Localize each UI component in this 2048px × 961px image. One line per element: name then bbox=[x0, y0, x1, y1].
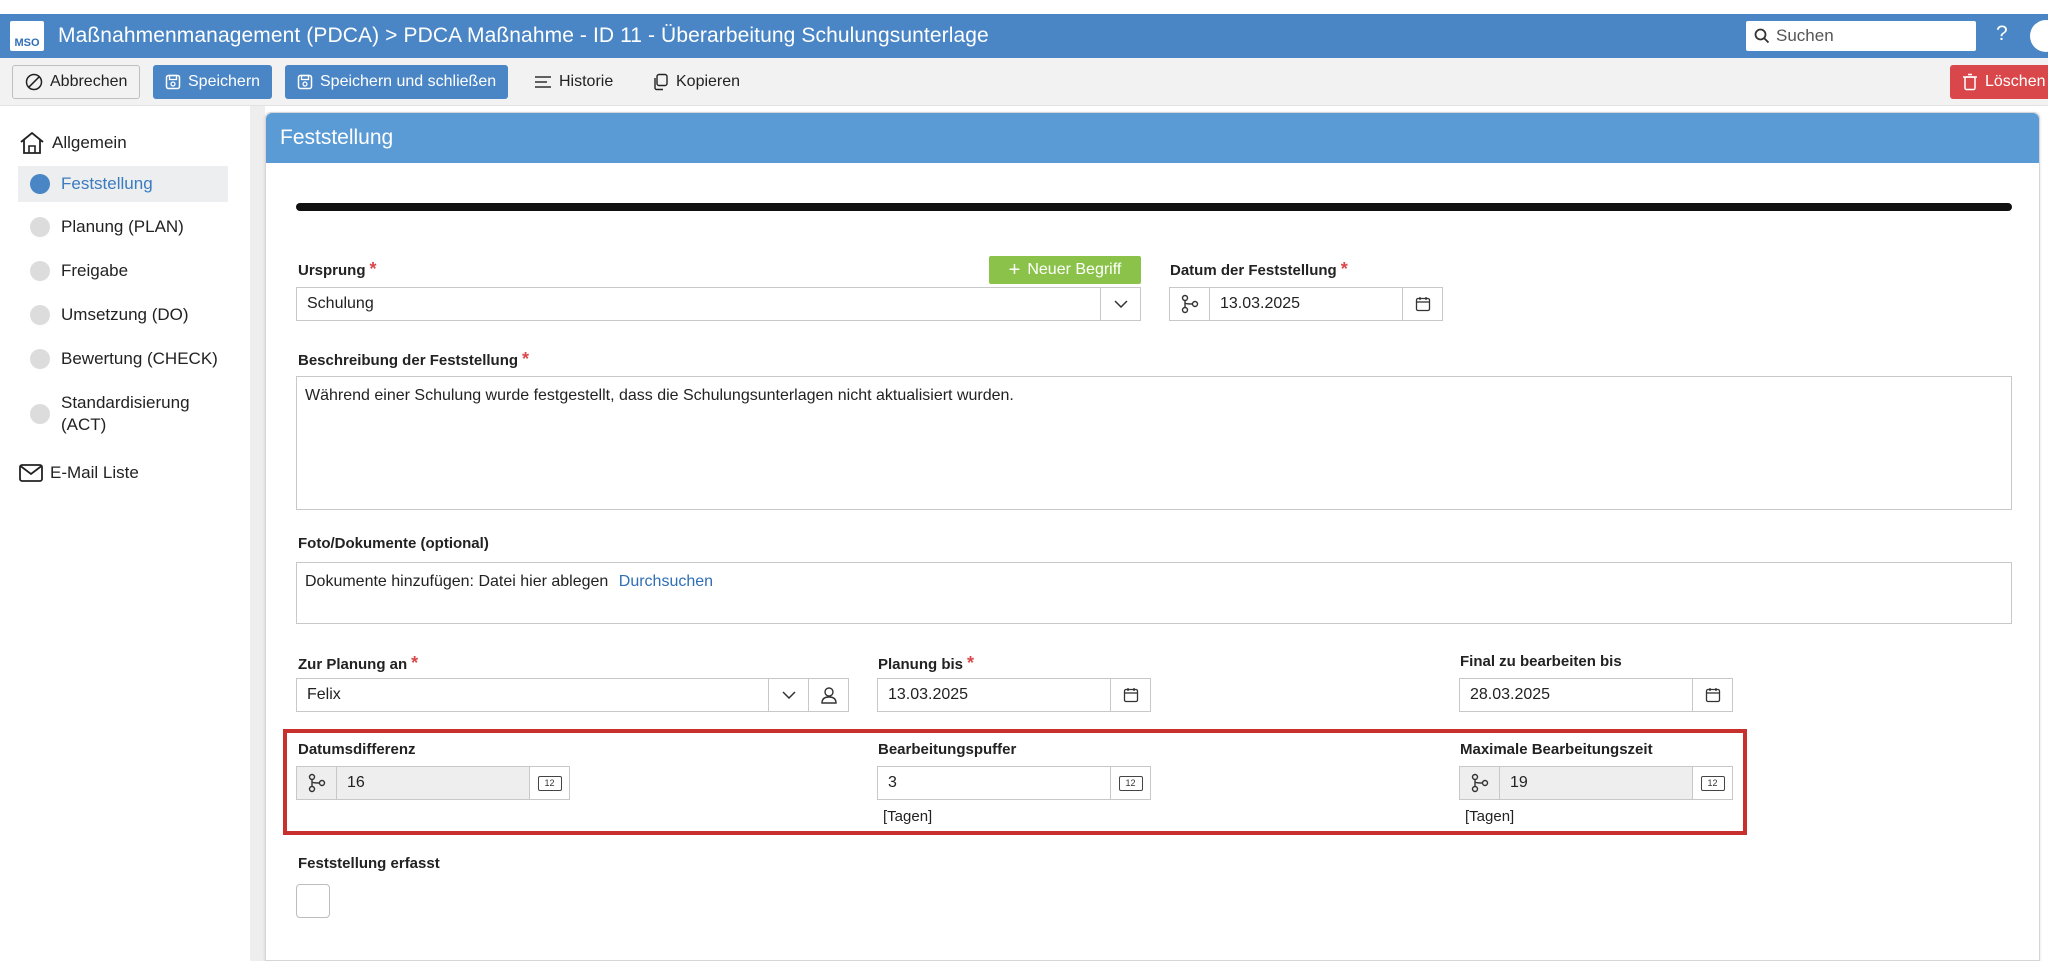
page-title: Maßnahmenmanagement (PDCA) > PDCA Maßnah… bbox=[58, 24, 989, 47]
sidebar: Allgemein Feststellung Planung (PLAN) Fr… bbox=[0, 106, 250, 961]
plus-icon: + bbox=[1008, 259, 1021, 281]
home-icon bbox=[20, 131, 44, 154]
erfasst-label: Feststellung erfasst bbox=[298, 855, 440, 872]
copy-icon bbox=[654, 73, 668, 91]
ursprung-select[interactable]: Schulung bbox=[296, 287, 1141, 321]
file-dropzone[interactable]: Dokumente hinzufügen: Datei hier ablegen… bbox=[296, 562, 2012, 624]
required-mark: * bbox=[369, 259, 377, 279]
sidebar-item-feststellung[interactable]: Feststellung bbox=[18, 166, 228, 202]
cancel-icon bbox=[25, 73, 43, 91]
sidebar-item-umsetzung[interactable]: Umsetzung (DO) bbox=[18, 298, 228, 332]
foto-label: Foto/Dokumente (optional) bbox=[298, 535, 489, 552]
planung-bis-field[interactable]: 13.03.2025 bbox=[877, 678, 1151, 712]
search-placeholder: Suchen bbox=[1776, 26, 1834, 45]
sidebar-item-standardisierung[interactable]: Standardisierung (ACT) bbox=[18, 386, 198, 442]
highlight-box bbox=[283, 729, 1747, 835]
title-bar: MSO Maßnahmenmanagement (PDCA) > PDCA Ma… bbox=[0, 14, 2048, 58]
beschreibung-textarea[interactable]: Während einer Schulung wurde festgestell… bbox=[296, 376, 2012, 510]
erfasst-checkbox[interactable] bbox=[296, 884, 330, 918]
browse-link[interactable]: Durchsuchen bbox=[619, 573, 713, 590]
datum-label: Datum der Feststellung * bbox=[1170, 259, 1348, 279]
save-icon bbox=[165, 74, 181, 90]
toolbar: Abbrechen Speichern Speichern und schlie… bbox=[0, 58, 2048, 106]
chevron-down-icon[interactable] bbox=[768, 679, 808, 711]
status-dot bbox=[30, 174, 50, 194]
history-button[interactable]: Historie bbox=[522, 65, 625, 99]
search-icon bbox=[1754, 28, 1770, 44]
copy-button[interactable]: Kopieren bbox=[640, 65, 752, 99]
dropzone-text: Dokumente hinzufügen: Datei hier ablegen bbox=[305, 573, 609, 590]
sidebar-item-bewertung[interactable]: Bewertung (CHECK) bbox=[18, 342, 228, 376]
beschreibung-label: Beschreibung der Feststellung * bbox=[298, 349, 530, 369]
ursprung-label: Ursprung * bbox=[298, 259, 377, 279]
status-dot bbox=[30, 404, 50, 424]
panel-title: Feststellung bbox=[266, 113, 2039, 163]
zur-planung-label: Zur Planung an * bbox=[298, 653, 419, 673]
sidebar-item-allgemein[interactable]: Allgemein bbox=[18, 126, 228, 160]
sidebar-item-planung[interactable]: Planung (PLAN) bbox=[18, 210, 228, 244]
status-dot bbox=[30, 217, 50, 237]
formula-icon bbox=[1170, 288, 1210, 320]
zur-planung-select[interactable]: Felix bbox=[296, 678, 849, 712]
search-input[interactable]: Suchen bbox=[1746, 21, 1976, 51]
list-icon bbox=[535, 76, 551, 88]
save-icon bbox=[297, 74, 313, 90]
user-icon[interactable] bbox=[808, 679, 848, 711]
cancel-button[interactable]: Abbrechen bbox=[12, 65, 141, 99]
chevron-down-icon[interactable] bbox=[1100, 288, 1140, 320]
sidebar-gutter bbox=[250, 106, 265, 961]
help-button[interactable]: ? bbox=[1996, 22, 2008, 46]
calendar-icon[interactable] bbox=[1692, 679, 1732, 711]
calendar-icon[interactable] bbox=[1110, 679, 1150, 711]
final-bis-label: Final zu bearbeiten bis bbox=[1460, 653, 1622, 670]
sidebar-item-freigabe[interactable]: Freigabe bbox=[18, 254, 228, 288]
progress-bar bbox=[296, 203, 2012, 211]
status-dot bbox=[30, 305, 50, 325]
delete-button[interactable]: Löschen bbox=[1950, 65, 2048, 99]
sidebar-item-email-liste[interactable]: E-Mail Liste bbox=[18, 456, 228, 490]
status-dot bbox=[30, 261, 50, 281]
new-term-button[interactable]: + Neuer Begriff bbox=[989, 256, 1141, 284]
datum-field[interactable]: 13.03.2025 bbox=[1169, 287, 1443, 321]
status-dot bbox=[30, 349, 50, 369]
planung-bis-label: Planung bis * bbox=[878, 653, 975, 673]
trash-icon bbox=[1963, 73, 1977, 91]
save-button[interactable]: Speichern bbox=[153, 65, 273, 99]
mail-icon bbox=[19, 464, 43, 482]
save-and-close-button[interactable]: Speichern und schließen bbox=[285, 65, 509, 99]
final-bis-field[interactable]: 28.03.2025 bbox=[1459, 678, 1733, 712]
calendar-icon[interactable] bbox=[1402, 288, 1442, 320]
avatar[interactable] bbox=[2030, 20, 2048, 52]
app-logo: MSO bbox=[10, 21, 44, 51]
